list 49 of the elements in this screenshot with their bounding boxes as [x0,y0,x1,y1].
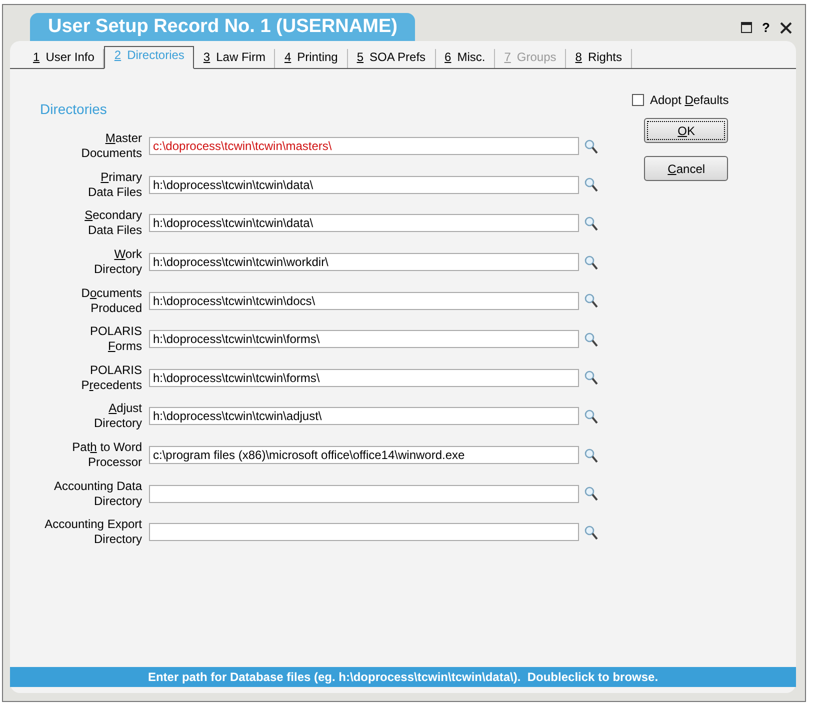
path-field[interactable]: c:\doprocess\tcwin\tcwin\masters\ [149,137,579,156]
path-field[interactable] [149,484,579,503]
field-label: Adjust Directory [92,401,142,432]
search-icon[interactable] [584,486,598,502]
field-label: Documents Produced [80,286,142,316]
field-label: POLARIS Precedents [80,362,142,393]
tab[interactable]: 4 Printing [275,49,348,68]
window-title: User Setup Record No. 1 (USERNAME) [30,13,416,41]
dialog-button[interactable]: OK [644,118,728,143]
tab[interactable]: 8 Rights [566,49,632,68]
help-button[interactable]: ? [762,20,770,35]
field-label: Path to Word Processor [71,440,142,470]
status-bar: Enter path for Database files (eg. h:\doprocess\tcwin\tcwin\data\). Doubleclick to browse. [10,667,796,687]
field-label: Primary Data Files [86,170,142,200]
field-label: Accounting Data Directory [52,478,142,509]
tab[interactable]: 3 Law Firm [194,49,276,68]
tab[interactable]: 5 SOA Prefs [348,49,436,68]
field-label: Secondary Data Files [84,208,142,238]
field-label: Accounting Export Directory [44,517,142,548]
search-icon[interactable] [584,254,598,270]
path-field[interactable]: h:\doprocess\tcwin\tcwin\docs\ [149,292,579,310]
search-icon[interactable] [584,177,598,192]
path-field[interactable]: h:\doprocess\tcwin\tcwin\forms\ [149,368,579,387]
search-icon[interactable] [584,524,598,540]
search-icon[interactable] [584,293,598,308]
checkbox[interactable] [632,94,644,106]
path-field[interactable]: h:\doprocess\tcwin\tcwin\data\ [149,214,579,232]
checkbox-label: Adopt Defaults [650,93,729,107]
search-icon[interactable] [584,370,598,386]
field-label: POLARIS Forms [88,324,142,354]
dialog-button[interactable]: Cancel [644,156,728,181]
search-icon[interactable] [584,216,598,231]
search-icon[interactable] [584,408,598,424]
field-label: Work Directory [92,247,142,278]
path-field[interactable]: h:\doprocess\tcwin\tcwin\data\ [149,176,579,194]
search-icon[interactable] [584,332,598,347]
field-label: Master Documents [80,131,142,162]
search-icon[interactable] [584,448,598,463]
adopt-defaults-checkbox[interactable]: Adopt Defaults [632,93,729,107]
path-field[interactable]: h:\doprocess\tcwin\tcwin\workdir\ [149,253,579,272]
maximize-icon[interactable] [741,22,752,33]
section-title: Directories [40,101,108,117]
path-field[interactable]: h:\doprocess\tcwin\tcwin\adjust\ [149,407,579,426]
path-field[interactable] [149,523,579,542]
search-icon[interactable] [584,138,598,154]
path-field[interactable]: h:\doprocess\tcwin\tcwin\forms\ [149,330,579,348]
close-icon[interactable] [780,22,792,34]
tab[interactable]: 6 Misc. [436,49,496,68]
path-field[interactable]: c:\program files (x86)\microsoft office\office14\winword.exe [149,446,579,464]
